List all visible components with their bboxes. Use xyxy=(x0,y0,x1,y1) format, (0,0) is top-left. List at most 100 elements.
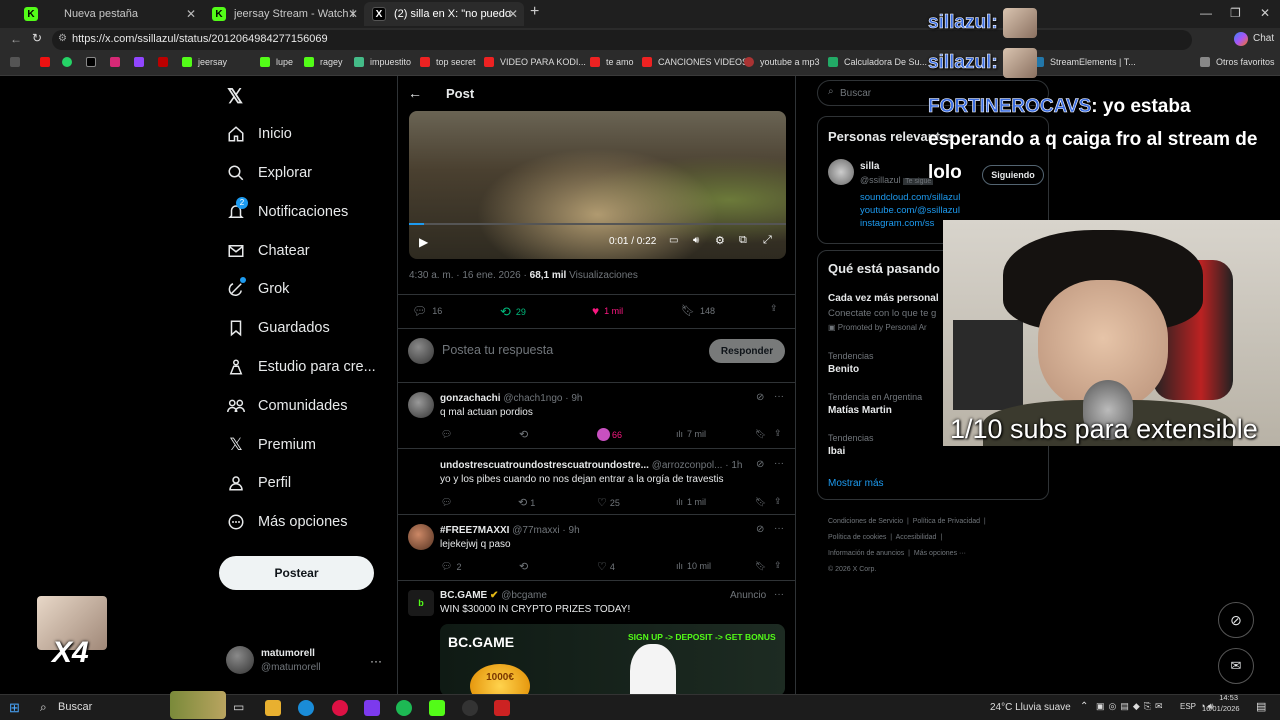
tab-x-post[interactable]: X (2) silla en X: "no puedo creerlo e ✕ xyxy=(364,2,524,26)
repost-action[interactable]: ⟲ 29 xyxy=(500,304,526,320)
kick-icon[interactable] xyxy=(429,700,445,716)
pip-icon[interactable]: ⧉ xyxy=(739,234,747,247)
reply-action[interactable]: 💬︎ 2 xyxy=(441,561,461,572)
settings-icon[interactable]: ⚙ xyxy=(715,234,725,247)
more-icon[interactable]: ··· xyxy=(774,391,784,402)
new-tab-button[interactable]: + xyxy=(530,3,539,21)
fullscreen-icon[interactable]: ⤢ xyxy=(763,234,772,247)
nav-inicio[interactable]: Inicio xyxy=(226,118,292,150)
repost-action[interactable]: ⟲ 1 xyxy=(518,496,535,509)
bookmark-top-secret[interactable]: top secret xyxy=(420,57,476,67)
reload-icon[interactable]: ↻ xyxy=(32,31,42,45)
nav-mas-opciones[interactable]: Más opciones xyxy=(226,506,347,538)
bookmark-canciones[interactable]: CANCIONES VIDEOS xyxy=(642,57,748,67)
obs-icon[interactable] xyxy=(462,700,478,716)
post-button[interactable]: Postear xyxy=(219,556,374,590)
clock[interactable]: 14:53 16/01/2026 xyxy=(1202,692,1240,714)
site-info-icon[interactable]: ⚙ xyxy=(58,33,67,44)
repost-icon[interactable]: ⟲ xyxy=(519,560,528,573)
more-icon[interactable]: ··· xyxy=(774,458,784,469)
footer-link[interactable]: Más opciones ··· xyxy=(914,550,966,557)
trend-name[interactable]: Benito xyxy=(828,364,859,375)
x-icon[interactable] xyxy=(86,57,102,67)
weather[interactable]: 24°C Lluvia suave xyxy=(990,702,1071,713)
share-icon[interactable]: ⇪ xyxy=(770,303,778,314)
bookmark-red-icon[interactable] xyxy=(158,57,174,67)
taskbar-search[interactable]: Buscar xyxy=(58,701,92,713)
views-action[interactable]: ılı 1 mil xyxy=(676,497,706,507)
share-icon[interactable]: ⇪ xyxy=(774,428,782,439)
footer-link[interactable]: Condiciones de Servicio xyxy=(828,518,903,525)
video-player[interactable]: ▶ 0:01 / 0:22 ▭ 🔊︎ ⚙ ⧉ ⤢ xyxy=(409,111,786,259)
bookmark-lupe[interactable]: lupe xyxy=(260,57,293,67)
share-icon[interactable]: ⇪ xyxy=(774,560,782,571)
bookmark-video-kodi[interactable]: VIDEO PARA KODI... xyxy=(484,57,586,67)
nav-notificaciones[interactable]: 2 Notificaciones xyxy=(226,196,348,228)
bookmark-icon[interactable]: 🔖︎ xyxy=(755,561,766,572)
tab-kick-stream[interactable]: K jeersay Stream - Watch Live on Ki ✕ xyxy=(204,2,364,26)
whatsapp-icon[interactable] xyxy=(62,57,78,67)
reply-icon[interactable]: 💬︎ xyxy=(441,497,452,508)
reply-avatar[interactable] xyxy=(408,524,434,550)
trend-name[interactable]: Matías Martin xyxy=(828,405,892,416)
canva-icon[interactable] xyxy=(364,700,380,716)
views-action[interactable]: ılı 10 mil xyxy=(676,561,711,571)
like-action[interactable]: ♡ 25 xyxy=(597,496,620,509)
ad-banner[interactable]: BC.GAME SIGN UP -> DEPOSIT -> GET BONUS … xyxy=(440,624,785,696)
bookmark-icon[interactable]: 🔖︎ xyxy=(755,429,766,440)
bookmark-icon[interactable]: 🔖︎ xyxy=(755,497,766,508)
footer-link[interactable]: Accesibilidad xyxy=(896,534,937,541)
copilot-icon[interactable] xyxy=(1234,32,1248,46)
instagram-icon[interactable] xyxy=(110,57,126,67)
reply-button[interactable]: Responder xyxy=(709,339,785,363)
tray-chevron-icon[interactable]: ⌃ xyxy=(1080,701,1088,712)
tray-icons[interactable]: ▣◎▤◆⎘✉ xyxy=(1096,701,1167,712)
footer-link[interactable]: Información de anuncios xyxy=(828,550,904,557)
bookmark-te-amo[interactable]: te amo xyxy=(590,57,634,67)
reply-item[interactable]: gonzachachi @chach1ngo · 9h ⊘ ··· q mal … xyxy=(398,382,795,448)
bookmark-jeersay[interactable]: jeersay xyxy=(182,57,227,67)
grok-float-button[interactable]: ⊘ xyxy=(1218,602,1254,638)
nav-explorar[interactable]: Explorar xyxy=(226,157,312,189)
person-name[interactable]: silla xyxy=(860,161,879,172)
restore-button[interactable]: ❐ xyxy=(1230,6,1241,20)
close-icon[interactable]: ✕ xyxy=(348,7,358,21)
footer-link[interactable]: Política de Privacidad xyxy=(913,518,980,525)
close-window-button[interactable]: ✕ xyxy=(1260,6,1270,20)
spotify-icon[interactable] xyxy=(396,700,412,716)
footer-link[interactable]: Política de cookies xyxy=(828,534,886,541)
link-youtube[interactable]: youtube.com/@ssillazul xyxy=(860,204,960,217)
person-avatar[interactable] xyxy=(828,159,854,185)
repost-icon[interactable]: ⟲ xyxy=(519,428,528,441)
play-icon[interactable]: ▶ xyxy=(419,235,428,249)
windows-start-icon[interactable]: ⊞ xyxy=(9,700,20,716)
bookmark-youtube-mp3[interactable]: youtube a mp3 xyxy=(744,57,820,67)
language-indicator[interactable]: ESP xyxy=(1180,702,1196,711)
account-menu-icon[interactable]: ··· xyxy=(370,654,382,668)
youtube-icon[interactable] xyxy=(40,57,56,67)
nav-perfil[interactable]: Perfil xyxy=(226,467,291,499)
video-progress[interactable] xyxy=(409,223,786,225)
more-icon[interactable]: ··· xyxy=(774,523,784,534)
search-icon[interactable]: ⌕ xyxy=(40,700,47,715)
reply-icon[interactable]: 💬︎ xyxy=(441,429,452,440)
like-action[interactable]: ♡ 4 xyxy=(597,560,615,573)
back-arrow-icon[interactable]: ← xyxy=(408,85,422,101)
grok-icon[interactable]: ⊘ xyxy=(756,459,764,470)
reply-avatar[interactable] xyxy=(408,392,434,418)
show-more-link[interactable]: Mostrar más xyxy=(828,478,884,489)
twitch-icon[interactable] xyxy=(134,57,150,67)
reply-action[interactable]: 💬︎ 16 xyxy=(412,304,442,318)
bookmark-streamelements[interactable]: StreamElements | T... xyxy=(1034,57,1136,67)
nav-comunidades[interactable]: Comunidades xyxy=(226,390,347,422)
account-avatar[interactable] xyxy=(226,646,254,674)
app-icon[interactable] xyxy=(332,700,348,716)
bookmark-calculadora[interactable]: Calculadora De Su... xyxy=(828,57,927,67)
bookmark-impuestito[interactable]: impuestito xyxy=(354,57,411,67)
promo-title[interactable]: Cada vez más personal xyxy=(828,293,939,304)
bookmark-item[interactable] xyxy=(10,57,26,67)
grok-icon[interactable]: ⊘ xyxy=(756,392,764,403)
task-view-icon[interactable]: ▭ xyxy=(233,700,244,714)
captions-icon[interactable]: ▭ xyxy=(669,235,678,246)
tab-new[interactable]: Nueva pestaña ✕ xyxy=(42,2,202,26)
